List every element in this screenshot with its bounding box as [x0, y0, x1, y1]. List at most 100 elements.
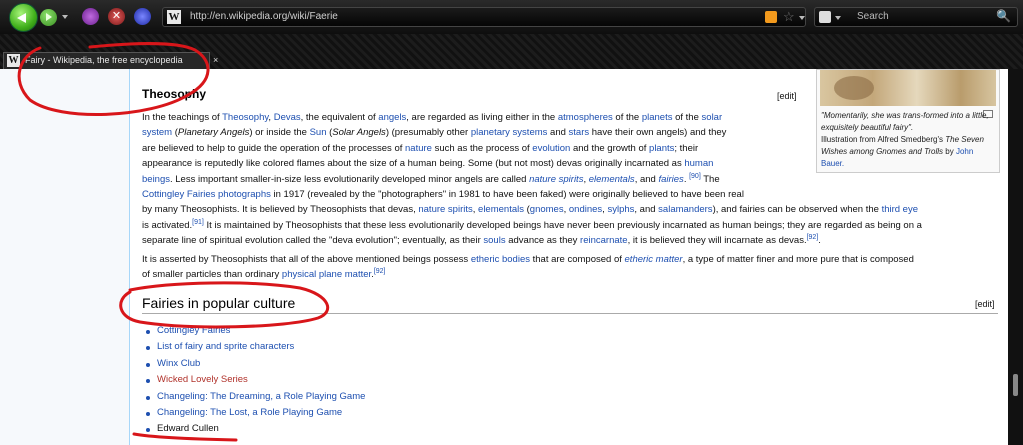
article-link[interactable]: planetary systems [471, 127, 548, 138]
list-item: Cottingley Fairies [146, 323, 365, 339]
article-link[interactable]: stars [569, 127, 590, 138]
body-text: Planetary Angels [177, 127, 250, 139]
bookmark-star-icon[interactable]: ☆ [783, 9, 795, 25]
body-text: It is maintained by Theosophists that th… [203, 219, 922, 231]
tab-title: Fairy - Wikipedia, the free encyclopedia [25, 55, 183, 65]
page-viewport: "Momentarily, she was trans-formed into … [0, 69, 1008, 445]
article-link[interactable]: human [684, 158, 713, 169]
article-link[interactable]: elementals [589, 174, 635, 185]
body-text: It is asserted by Theosophists that all … [142, 254, 471, 265]
list-item: Changeling: The Dreaming, a Role Playing… [146, 389, 365, 405]
rss-icon[interactable] [765, 11, 777, 23]
search-bar[interactable]: Search 🔍 [814, 7, 1018, 27]
body-text: is activated. [142, 219, 193, 231]
fairy-illustration[interactable] [820, 70, 996, 106]
article-link[interactable]: reincarnate [580, 235, 628, 246]
article-link[interactable]: Theosophy [222, 112, 268, 123]
body-text: of smaller particles than ordinary [142, 269, 282, 281]
article-link[interactable]: nature spirits [418, 204, 472, 215]
article-link[interactable]: souls [483, 235, 505, 246]
article-link[interactable]: system [142, 127, 172, 138]
article-link[interactable]: gnomes [530, 204, 564, 215]
heading-theosophy: Theosophy [142, 87, 207, 101]
address-dropdown-icon[interactable] [799, 16, 805, 20]
para1-line: beings. Less important smaller-in-size l… [142, 172, 1008, 187]
browser-window: ✕ W http://en.wikipedia.org/wiki/Faerie … [0, 0, 1023, 445]
list-item-link[interactable]: Edward Cullen [157, 423, 219, 434]
body-text: . Less important smaller-in-size less ev… [170, 173, 530, 185]
body-text: have their own angels) and they [589, 127, 727, 139]
stop-icon[interactable]: ✕ [108, 8, 125, 25]
body-text: and the growth of [570, 142, 650, 154]
url-text[interactable]: http://en.wikipedia.org/wiki/Faerie [190, 11, 338, 22]
back-arrow-icon[interactable] [9, 3, 38, 32]
wikipedia-favicon-icon: W [7, 54, 20, 67]
navigation-toolbar: ✕ W http://en.wikipedia.org/wiki/Faerie … [0, 0, 1023, 34]
home-icon[interactable] [134, 8, 151, 25]
article-link[interactable]: beings [142, 174, 170, 185]
address-bar[interactable]: W http://en.wikipedia.org/wiki/Faerie ☆ [162, 7, 806, 27]
article-link[interactable]: evolution [532, 143, 570, 154]
body-text: ; their [674, 142, 699, 154]
article-link[interactable]: atmospheres [558, 112, 613, 123]
paragraph-theosophy: In the teachings of Theosophy, Devas, th… [142, 110, 1008, 249]
list-item-link[interactable]: List of fairy and sprite characters [157, 341, 294, 352]
article-link[interactable]: ondines [569, 204, 602, 215]
list-item-link[interactable]: Wicked Lovely Series [157, 374, 248, 385]
body-text: of the [672, 112, 702, 123]
search-engine-dropdown-icon[interactable] [835, 16, 841, 20]
article-link[interactable]: solar [702, 112, 723, 123]
article-link[interactable]: salamanders [658, 204, 712, 215]
article-link[interactable]: planets [642, 112, 673, 123]
citation-link[interactable]: [90] [689, 173, 701, 180]
edit-link-theosophy[interactable]: [edit] [777, 89, 797, 104]
para1-line: are believed to help to guide the operat… [142, 141, 1008, 156]
scrollbar-thumb[interactable] [1013, 374, 1018, 396]
body-text: , and [634, 173, 659, 185]
para1-line: In the teachings of Theosophy, Devas, th… [142, 110, 1008, 125]
citation-link[interactable]: [91] [192, 219, 204, 226]
list-item-link[interactable]: Changeling: The Lost, a Role Playing Gam… [157, 407, 342, 418]
history-dropdown-icon[interactable] [62, 15, 68, 19]
article-link[interactable]: third eye [882, 204, 918, 215]
search-input[interactable]: Search [857, 11, 889, 22]
article-link[interactable]: physical plane matter [282, 269, 371, 280]
article-link[interactable]: plants [649, 143, 674, 154]
citation-link[interactable]: [92] [374, 268, 386, 275]
article-link[interactable]: elementals [478, 204, 524, 215]
article-link[interactable]: Cottingley Fairies photographs [142, 189, 271, 200]
para2-line: of smaller particles than ordinary physi… [142, 267, 1008, 282]
list-item-link[interactable]: Winx Club [157, 358, 200, 369]
search-engine-icon[interactable] [819, 11, 831, 23]
list-item: Wicked Lovely Series [146, 372, 365, 388]
edit-link-popular-culture[interactable]: [edit] [975, 297, 995, 312]
body-text: such as the process of [431, 142, 533, 154]
body-text: . [818, 235, 821, 247]
tab-fairy-wikipedia[interactable]: W Fairy - Wikipedia, the free encycloped… [3, 52, 210, 69]
article-link[interactable]: angels [378, 112, 406, 123]
forward-arrow-icon[interactable] [40, 9, 57, 26]
body-text: and [547, 127, 569, 139]
para2-line: It is asserted by Theosophists that all … [142, 252, 1008, 267]
magnifier-icon[interactable]: 🔍 [996, 9, 1011, 23]
list-item-link[interactable]: Changeling: The Dreaming, a Role Playing… [157, 391, 365, 402]
list-item: List of fairy and sprite characters [146, 339, 365, 355]
body-text: , the equivalent of [300, 112, 379, 123]
article-link[interactable]: nature [405, 143, 432, 154]
list-item-link[interactable]: Cottingley Fairies [157, 325, 230, 336]
vertical-scrollbar[interactable] [1008, 69, 1023, 445]
body-text: that are composed of [529, 254, 625, 265]
article-link[interactable]: fairies [658, 174, 683, 185]
article-link[interactable]: Devas [274, 112, 301, 123]
article-link[interactable]: sylphs [607, 204, 634, 215]
citation-link[interactable]: [92] [807, 234, 819, 241]
body-text: separate line of spiritual evolution cal… [142, 235, 484, 247]
article-link[interactable]: Sun [310, 127, 327, 138]
body-text: of the [612, 112, 642, 123]
reload-icon[interactable] [82, 8, 99, 25]
tab-close-icon[interactable]: × [213, 55, 218, 65]
article-link[interactable]: nature spirits [529, 174, 583, 185]
body-text: ), and fairies can be observed when the [712, 204, 882, 216]
article-link[interactable]: etheric bodies [471, 254, 530, 265]
article-link[interactable]: etheric matter [625, 254, 683, 265]
